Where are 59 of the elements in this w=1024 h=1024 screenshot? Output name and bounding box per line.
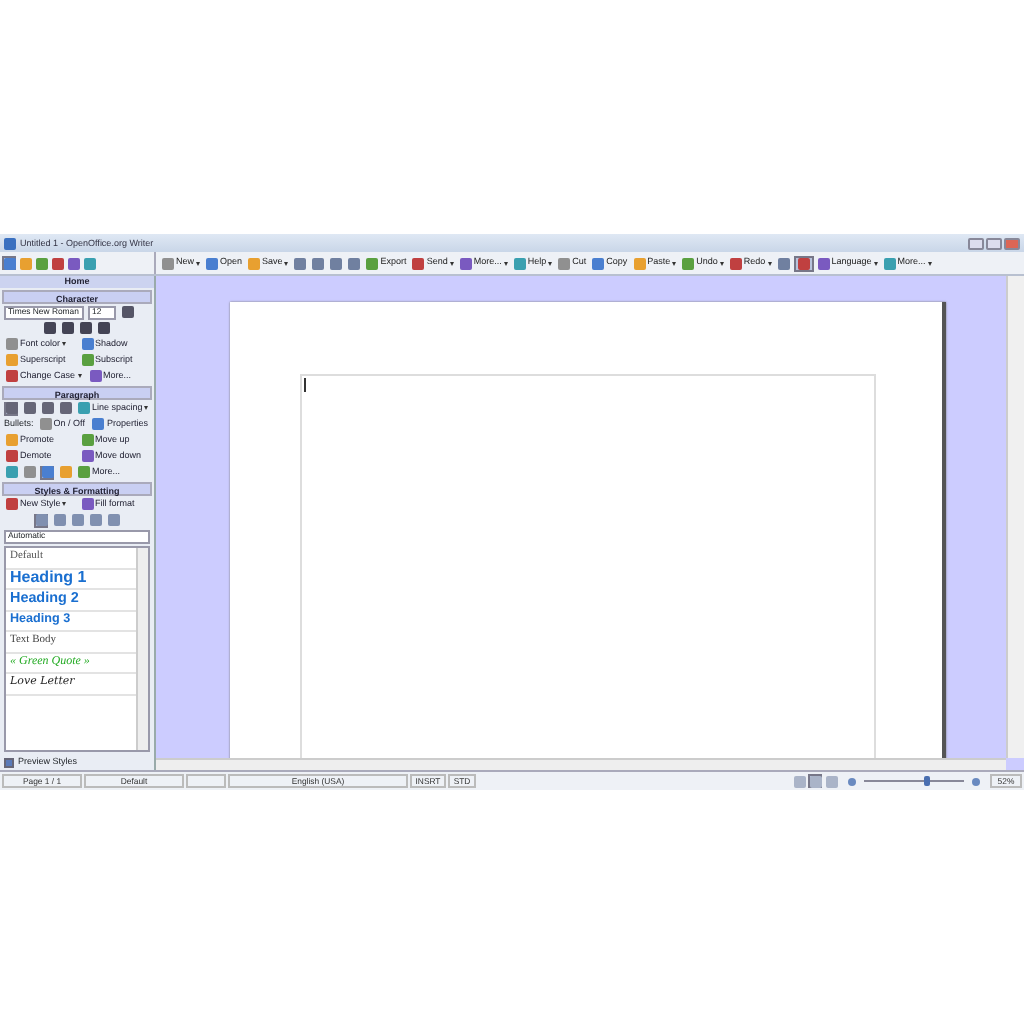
horizontal-scrollbar[interactable] <box>156 758 1006 770</box>
toggle-button[interactable] <box>793 255 814 271</box>
dropdown-arrow-icon <box>927 261 932 265</box>
toolbar-button[interactable] <box>328 257 345 269</box>
toolbar-button[interactable] <box>346 257 363 269</box>
dropdown-arrow-icon <box>284 261 289 265</box>
text-cursor <box>304 378 306 392</box>
close-button[interactable] <box>1004 237 1020 249</box>
tool-icon <box>162 257 174 269</box>
dropdown-arrow-icon <box>548 261 553 265</box>
tool-icon <box>459 257 472 269</box>
style-filter-button[interactable] <box>88 513 102 527</box>
tool-icon <box>6 498 18 510</box>
dropdown-arrow-icon <box>77 374 82 378</box>
scrollbar[interactable] <box>136 548 148 750</box>
tool-icon <box>592 257 605 269</box>
dropdown-arrow-icon <box>196 261 201 265</box>
dropdown-arrow-icon <box>62 502 67 506</box>
sidebar-deck-button[interactable] <box>82 256 96 270</box>
zoom-slider-thumb[interactable] <box>924 776 930 786</box>
paragraph-tool-button[interactable] <box>40 465 54 479</box>
toolbar-button[interactable] <box>292 257 309 269</box>
tool-icon <box>682 257 695 269</box>
toolbar-button[interactable] <box>310 257 327 269</box>
dropdown-arrow-icon <box>767 261 772 265</box>
tool-icon <box>513 257 526 269</box>
dropdown-arrow-icon <box>449 261 454 265</box>
style-filter-button[interactable] <box>70 513 84 527</box>
status-field <box>186 774 226 788</box>
style-filter-button[interactable] <box>52 513 66 527</box>
tool-icon <box>412 257 425 269</box>
style-filter-button[interactable] <box>106 513 120 527</box>
dropdown-arrow-icon <box>672 261 677 265</box>
app-icon <box>4 237 16 249</box>
dropdown-arrow-icon <box>873 261 878 265</box>
tool-icon <box>729 257 742 269</box>
vertical-scrollbar[interactable] <box>1006 276 1024 758</box>
paragraph-tool-button[interactable] <box>4 465 18 479</box>
sidebar-deck-button[interactable] <box>50 256 64 270</box>
dropdown-arrow-icon <box>719 261 724 265</box>
maximize-button[interactable] <box>986 237 1002 249</box>
minimize-button[interactable] <box>968 237 984 249</box>
tool-icon <box>558 257 571 269</box>
preview-styles-checkbox[interactable] <box>4 757 14 767</box>
sidebar-deck-button[interactable] <box>66 256 80 270</box>
dropdown-arrow-icon <box>144 406 149 410</box>
paragraph-tool-button[interactable] <box>58 465 72 479</box>
paragraph-tool-button[interactable] <box>22 465 36 479</box>
tool-icon <box>39 418 52 430</box>
style-filter-button[interactable] <box>34 513 48 527</box>
toolbar-button[interactable] <box>775 257 792 269</box>
sidebar-deck-button[interactable] <box>18 256 32 270</box>
dropdown-arrow-icon <box>503 261 508 265</box>
dropdown-arrow-icon <box>62 342 67 346</box>
tool-icon <box>883 257 896 269</box>
tool-icon <box>206 257 219 269</box>
tool-icon <box>633 257 646 269</box>
tool-icon <box>248 257 261 269</box>
sidebar-deck-button[interactable] <box>34 256 48 270</box>
